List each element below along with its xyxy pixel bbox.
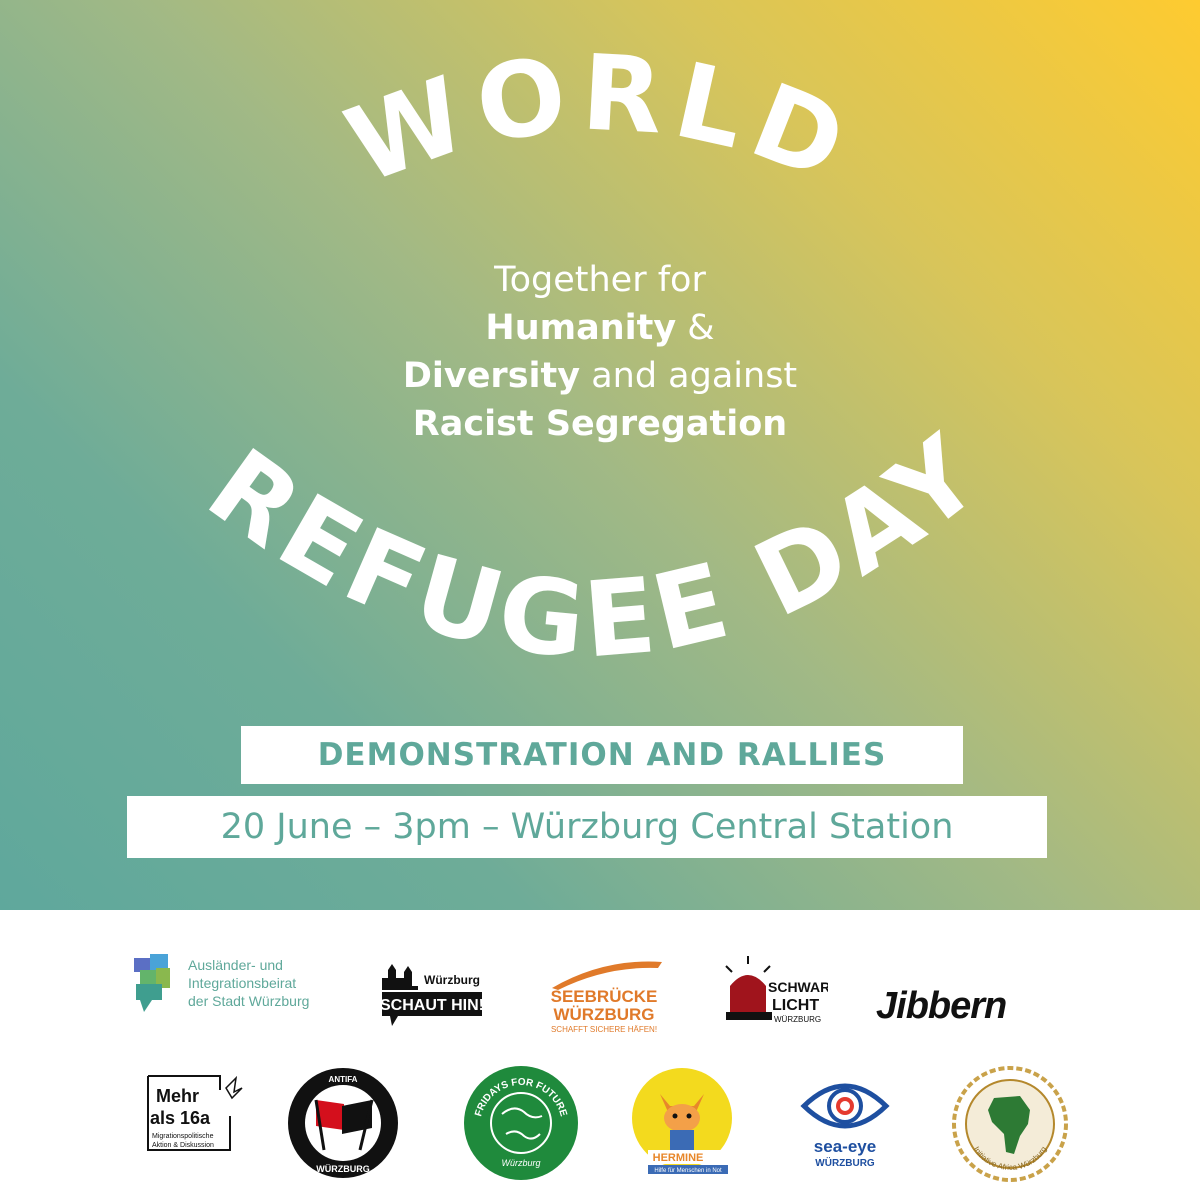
city-skyline-icon [382, 964, 418, 990]
subtitle-diversity: Diversity [402, 356, 581, 396]
antifa-bottom-label: WÜRZBURG [316, 1164, 370, 1174]
subtitle: Together for Humanity & Diversity and ag… [300, 256, 900, 448]
schaut-hin-city: Würzburg [424, 973, 480, 987]
subtitle-line-3: Diversity and against [300, 352, 900, 400]
hermine-slogan: Hilfe für Menschen in Not [654, 1168, 722, 1174]
origami-bird-icon [225, 1075, 243, 1100]
event-details: 20 June – 3pm – Würzburg Central Station [127, 796, 1047, 858]
antifa-top-label: ANTIFA [329, 1075, 358, 1084]
seebruecke-city: WÜRZBURG [553, 1005, 654, 1024]
schwarzlicht-line-3: WÜRZBURG [774, 1015, 821, 1024]
subtitle-line-3-rest: and against [580, 356, 798, 396]
mehr-als-16a-line-2: als 16a [150, 1108, 211, 1128]
seebruecke-name: SEEBRÜCKE [551, 987, 658, 1006]
sea-eye-name: sea-eye [814, 1137, 876, 1156]
seebruecke-slogan: SCHAFFT SICHERE HÄFEN! [551, 1025, 657, 1034]
sea-eye-city: WÜRZBURG [815, 1156, 875, 1169]
logo-initiative-africa: Initiative Africa Würzburg [952, 1066, 1068, 1182]
supporter-logos: Ausländer- und Integrationsbeirat der St… [0, 910, 1200, 1200]
poster: WORLD REFUGEE DAY Together for Humanity … [0, 0, 1200, 910]
subtitle-humanity: Humanity [485, 308, 677, 348]
headline-refugee-day: REFUGEE DAY [187, 409, 1006, 682]
subtitle-line-2-rest: & [676, 308, 715, 348]
jibbern-wordmark: Jibbern [876, 985, 1006, 1027]
logo-jibbern: Jibbern [876, 985, 1007, 1027]
fff-city: Würzburg [501, 1158, 540, 1168]
auslaenderbeirat-line-2: Integrationsbeirat [188, 975, 296, 991]
schwarzlicht-line-1: SCHWARZ [768, 979, 828, 995]
logo-fridays-for-future: FRIDAYS FOR FUTURE Würzburg [464, 1066, 578, 1180]
schaut-hin-title: SCHAUT HIN! [380, 997, 484, 1014]
siren-light-icon [725, 956, 772, 1020]
logo-auslaenderbeirat: Ausländer- und Integrationsbeirat der St… [134, 954, 309, 1012]
bridge-icon [552, 961, 662, 990]
headline-world: WORLD [331, 31, 870, 208]
logo-mehr-als-16a: Mehr als 16a Migrationspolitische Aktion… [147, 1075, 243, 1151]
hermine-name: HERMINE [653, 1152, 704, 1164]
globe-icon [490, 1092, 552, 1154]
mehr-als-16a-line-3: Migrationspolitische [152, 1133, 214, 1140]
schwarzlicht-line-2: LICHT [772, 997, 819, 1014]
eye-icon [800, 1083, 890, 1129]
subtitle-line-2: Humanity & [300, 304, 900, 352]
logo-schwarzlicht: SCHWARZ LICHT WÜRZBURG [725, 956, 828, 1024]
subtitle-line-4: Racist Segregation [300, 400, 900, 448]
logo-wuerzburg-schaut-hin: Würzburg SCHAUT HIN! [380, 964, 484, 1026]
auslaenderbeirat-line-1: Ausländer- und [188, 957, 283, 973]
headline-world-text: WORLD [331, 31, 860, 208]
auslaenderbeirat-line-3: der Stadt Würzburg [188, 993, 309, 1009]
mehr-als-16a-line-1: Mehr [156, 1086, 199, 1106]
headline-refugee-day-text: REFUGEE DAY [187, 409, 1000, 682]
logo-antifa-wuerzburg: ANTIFA WÜRZBURG [288, 1068, 398, 1178]
subtitle-line-1: Together for [494, 260, 706, 300]
subtitle-racist-segregation: Racist Segregation [412, 404, 788, 444]
logo-sea-eye: sea-eye WÜRZBURG [800, 1083, 890, 1169]
event-title: DEMONSTRATION AND RALLIES [241, 726, 963, 784]
speech-bubble-map-icon [134, 954, 170, 1012]
logo-hermine: HERMINE Hilfe für Menschen in Not [632, 1068, 732, 1174]
logo-seebruecke: SEEBRÜCKE WÜRZBURG SCHAFFT SICHERE HÄFEN… [551, 961, 662, 1034]
mehr-als-16a-line-4: Aktion & Diskussion [152, 1142, 214, 1149]
